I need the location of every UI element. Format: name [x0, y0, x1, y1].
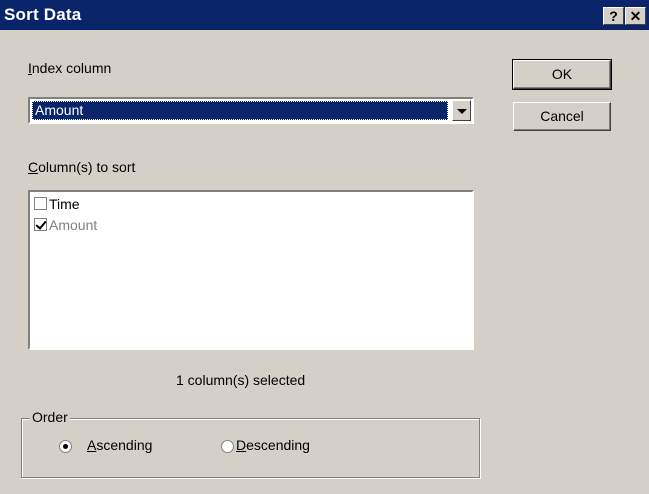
ascending-label-text: scending [96, 437, 153, 453]
order-group-title: Order [30, 409, 70, 425]
checkbox-amount [34, 218, 47, 231]
order-group: Order Ascending Descending [21, 409, 480, 478]
help-button[interactable]: ? [603, 7, 624, 25]
selection-status: 1 column(s) selected [176, 372, 306, 388]
close-icon: ✕ [629, 8, 642, 24]
title-bar: Sort Data ? ✕ [0, 0, 649, 30]
ascending-label: Ascending [87, 437, 152, 453]
list-item-label: Time [49, 196, 80, 212]
descending-label: Descending [236, 437, 310, 453]
close-button[interactable]: ✕ [625, 7, 646, 25]
window-title: Sort Data [4, 5, 82, 24]
index-column-label-text: ndex column [31, 60, 112, 76]
index-column-label: Index column [28, 60, 111, 76]
columns-to-sort-label: Column(s) to sort [28, 159, 135, 175]
descending-accelerator: D [236, 437, 247, 453]
columns-list[interactable]: Time Amount [28, 190, 474, 350]
descending-option[interactable]: Descending [221, 437, 351, 455]
dropdown-arrow-icon[interactable] [452, 100, 471, 121]
checkbox-time[interactable] [34, 197, 47, 210]
help-icon: ? [609, 8, 618, 24]
ok-button[interactable]: OK [512, 59, 612, 90]
columns-to-sort-label-text: olumn(s) to sort [38, 159, 136, 175]
index-column-selected-value: Amount [32, 101, 448, 120]
descending-radio[interactable] [221, 440, 234, 453]
descending-label-text: escending [246, 437, 310, 453]
ascending-radio[interactable] [59, 440, 72, 453]
index-column-dropdown[interactable]: Amount [28, 97, 474, 124]
ascending-option[interactable]: Ascending [59, 437, 169, 455]
list-item-label: Amount [49, 217, 98, 233]
ascending-accelerator: A [87, 437, 97, 453]
columns-to-sort-accelerator: C [28, 159, 39, 175]
cancel-button[interactable]: Cancel [513, 102, 611, 131]
